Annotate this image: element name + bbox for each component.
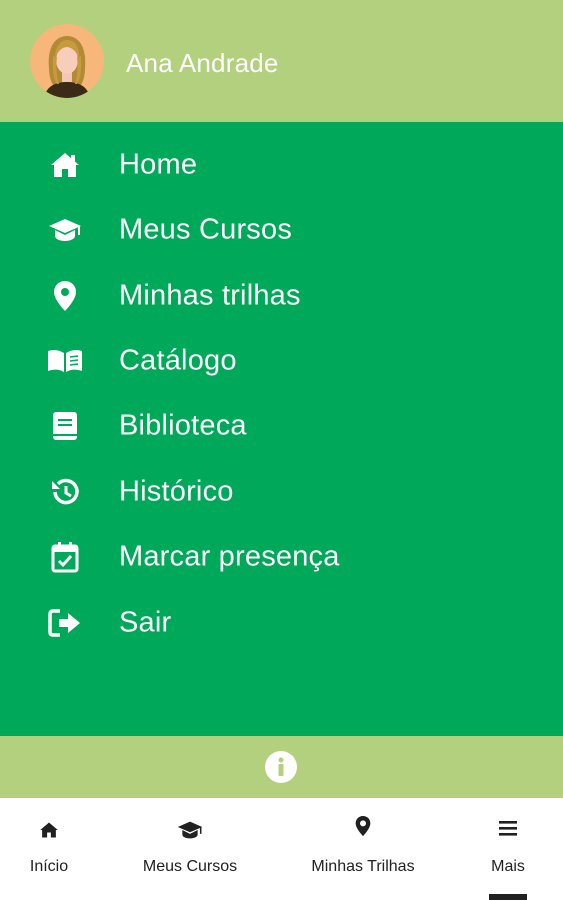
- menu-item-minhas-trilhas[interactable]: Minhas trilhas: [0, 263, 563, 328]
- nav-label: Início: [29, 858, 69, 875]
- app-screen: Ana Andrade Home Meus Cursos Minhas tril…: [0, 0, 563, 900]
- map-pin-icon: [46, 277, 84, 315]
- history-icon: [46, 473, 84, 511]
- menu-item-catalogo[interactable]: Catálogo: [0, 328, 563, 393]
- hamburger-menu-icon: [494, 814, 522, 842]
- nav-item-minhas-trilhas[interactable]: Minhas Trilhas: [290, 798, 436, 900]
- nav-item-mais[interactable]: Mais: [478, 798, 538, 900]
- profile-header: Ana Andrade: [0, 0, 563, 122]
- open-book-icon: [46, 342, 84, 380]
- book-icon: [46, 407, 84, 445]
- menu-item-label: Meus Cursos: [119, 213, 293, 245]
- menu-item-label: Home: [119, 148, 198, 180]
- nav-label: Meus Cursos: [142, 858, 238, 875]
- user-name: Ana Andrade: [126, 48, 279, 78]
- menu-item-meus-cursos[interactable]: Meus Cursos: [0, 197, 563, 262]
- menu-item-label: Marcar presença: [119, 540, 340, 572]
- menu-item-marcar-presenca[interactable]: Marcar presença: [0, 524, 563, 589]
- menu-item-label: Histórico: [119, 475, 234, 507]
- graduation-cap-icon: [46, 211, 84, 249]
- graduation-cap-icon: [176, 816, 204, 844]
- side-menu: Home Meus Cursos Minhas trilhas Catálogo…: [0, 122, 563, 736]
- calendar-check-icon: [46, 538, 84, 576]
- menu-item-biblioteca[interactable]: Biblioteca: [0, 393, 563, 458]
- avatar-image: [30, 24, 104, 98]
- nav-item-inicio[interactable]: Início: [0, 798, 98, 900]
- home-icon: [46, 146, 84, 184]
- bottom-nav: Início Meus Cursos Minhas Trilhas Mais: [0, 798, 563, 900]
- home-icon: [35, 816, 63, 844]
- nav-item-meus-cursos[interactable]: Meus Cursos: [120, 798, 260, 900]
- menu-item-sair[interactable]: Sair: [0, 590, 563, 655]
- nav-label: Mais: [491, 858, 525, 875]
- menu-item-label: Minhas trilhas: [119, 279, 301, 311]
- menu-item-label: Sair: [119, 606, 172, 638]
- active-tab-indicator: [489, 894, 527, 900]
- menu-item-home[interactable]: Home: [0, 132, 563, 197]
- menu-item-historico[interactable]: Histórico: [0, 459, 563, 524]
- nav-label: Minhas Trilhas: [311, 858, 415, 875]
- sign-out-icon: [46, 604, 84, 642]
- info-icon[interactable]: [265, 751, 297, 783]
- menu-item-label: Catálogo: [119, 344, 237, 376]
- menu-item-label: Biblioteca: [119, 409, 247, 441]
- avatar[interactable]: [30, 24, 104, 98]
- map-pin-icon: [349, 812, 377, 840]
